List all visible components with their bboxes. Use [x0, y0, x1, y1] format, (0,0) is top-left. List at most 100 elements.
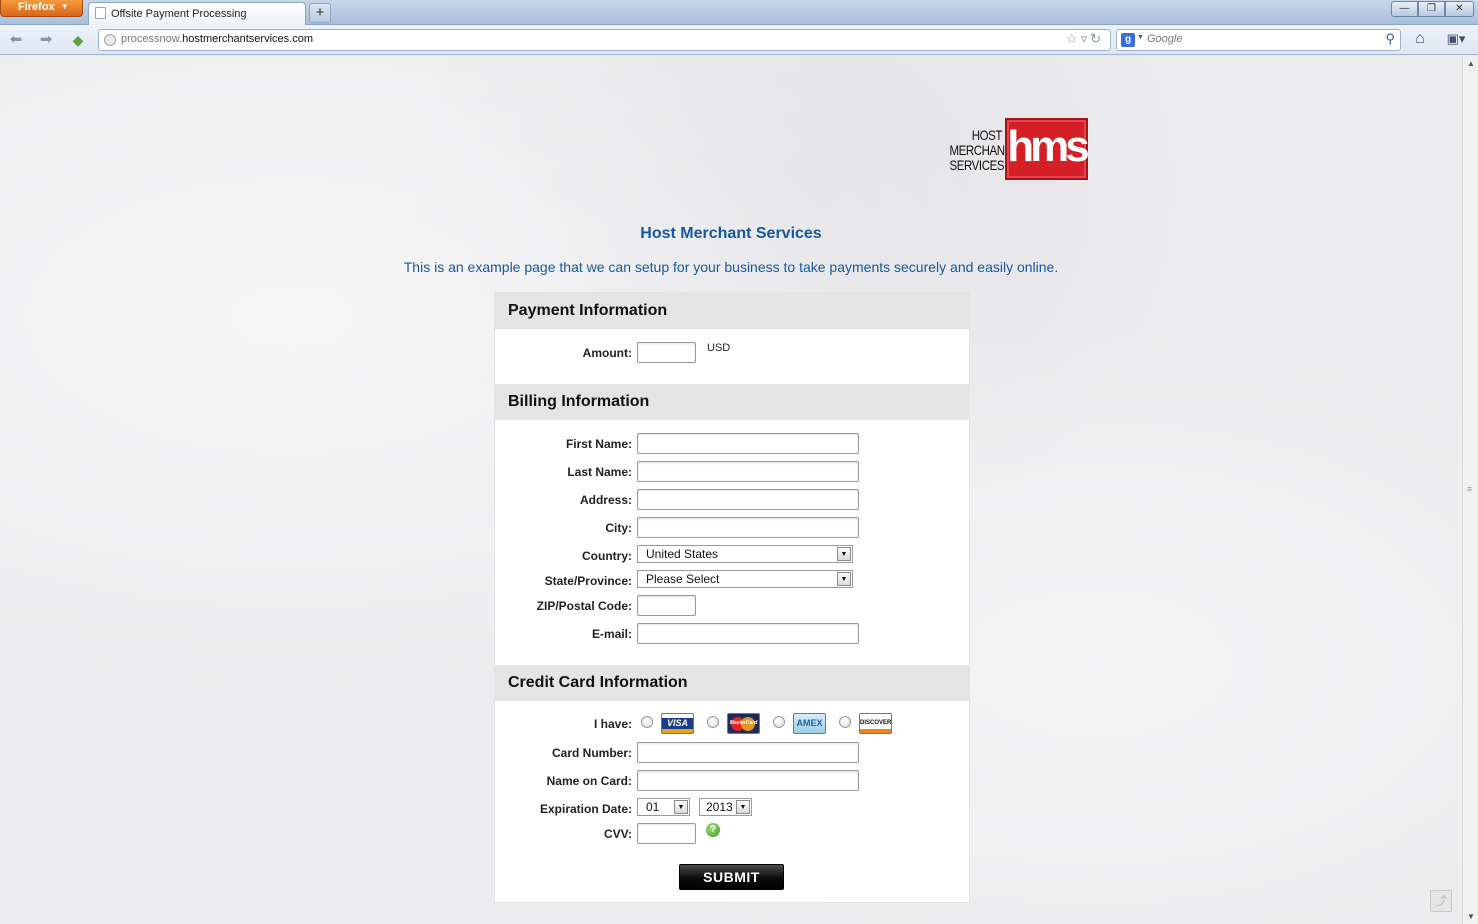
firefox-menu-label: Firefox	[18, 1, 55, 13]
mastercard-text: MasterCard	[729, 720, 758, 726]
address-bar[interactable]: processnow.hostmerchantservices.com ☆▿↻	[98, 29, 1111, 51]
firefox-menu-button[interactable]: Firefox ▼	[0, 0, 83, 17]
logo-line: HOST	[971, 127, 1003, 143]
last-name-row: Last Name:	[495, 461, 969, 483]
country-row: Country: United States ▼	[495, 545, 969, 567]
card-section-heading: Credit Card Information	[495, 665, 969, 701]
state-label: State/Province:	[544, 574, 632, 588]
amount-label: Amount:	[582, 346, 632, 360]
billing-section-heading: Billing Information	[495, 384, 969, 420]
currency-label: USD	[707, 342, 731, 354]
logo-line: SERVICES	[949, 157, 1005, 173]
exp-year-value: 2013	[706, 800, 733, 814]
reload-icon[interactable]: ↻	[1090, 31, 1104, 46]
last-name-label: Last Name:	[567, 465, 632, 479]
zip-field[interactable]	[637, 595, 696, 616]
navigation-toolbar: ⬅ ➡ ◆ processnow.hostmerchantservices.co…	[0, 25, 1478, 55]
chevron-down-icon[interactable]: ▼	[736, 800, 750, 814]
url-host: hostmerchantservices.com	[182, 33, 313, 45]
mastercard-card-icon[interactable]: MasterCard	[727, 713, 760, 734]
browser-tab[interactable]: Offsite Payment Processing	[88, 2, 306, 25]
search-engine-chevron-icon[interactable]: ▼	[1137, 34, 1144, 41]
tab-bar: Firefox ▼ Offsite Payment Processing + — …	[0, 0, 1478, 25]
back-arrow-icon[interactable]: ⬅	[4, 29, 28, 51]
scroll-grip-icon[interactable]: ≡	[1467, 484, 1472, 494]
card-number-label: Card Number:	[551, 746, 632, 760]
search-icon[interactable]: ⚲	[1385, 31, 1395, 47]
share-icon[interactable]: ⤴	[1430, 890, 1452, 912]
card-type-row: I have: VISA MasterCard AMEX DISCOVER	[495, 713, 969, 735]
name-on-card-label: Name on Card:	[546, 774, 632, 788]
address-label: Address:	[579, 493, 632, 507]
bookmarks-menu-icon[interactable]: ▣▾	[1440, 29, 1472, 49]
chevron-down-icon[interactable]: ▼	[837, 547, 851, 561]
scroll-down-icon[interactable]: ▼	[1467, 912, 1475, 921]
city-field[interactable]	[637, 517, 859, 538]
tab-title: Offsite Payment Processing	[111, 8, 247, 20]
search-bar[interactable]: g ▼ Google ⚲	[1116, 29, 1401, 51]
country-select[interactable]: United States ▼	[637, 545, 853, 563]
cvv-help-icon[interactable]: ?	[706, 823, 720, 837]
google-search-engine-icon[interactable]: g	[1121, 33, 1135, 47]
identity-arrow-icon[interactable]: ◆	[66, 29, 90, 51]
home-icon[interactable]: ⌂	[1408, 28, 1432, 50]
amex-card-icon[interactable]: AMEX	[793, 713, 826, 734]
window-minimize-button[interactable]: —	[1391, 1, 1418, 17]
logo-line: MERCHANT	[949, 142, 1012, 158]
name-on-card-field[interactable]	[637, 770, 859, 791]
vertical-scrollbar[interactable]: ▲ ≡ ▼	[1462, 56, 1478, 924]
state-select-value: Please Select	[646, 572, 720, 586]
expiration-row: Expiration Date: 01 ▼ 2013 ▼	[495, 798, 969, 820]
amex-radio[interactable]	[773, 716, 785, 728]
email-row: E-mail:	[495, 623, 969, 645]
cvv-field[interactable]	[637, 823, 696, 844]
page-viewport: HOST MERCHANT SERVICES hms Host Merchant…	[0, 56, 1462, 924]
zip-row: ZIP/Postal Code:	[495, 595, 969, 617]
forward-arrow-icon[interactable]: ➡	[34, 29, 58, 51]
first-name-field[interactable]	[637, 433, 859, 454]
payment-section-heading: Payment Information	[495, 293, 969, 329]
address-row: Address:	[495, 489, 969, 511]
country-label: Country:	[582, 549, 632, 563]
cvv-row: CVV: ?	[495, 823, 969, 845]
logo-mark: hms	[1005, 118, 1090, 180]
new-tab-button[interactable]: +	[309, 3, 331, 23]
discover-radio[interactable]	[839, 716, 851, 728]
logo-wordmark: HOST MERCHANT SERVICES	[949, 127, 1012, 173]
state-row: State/Province: Please Select ▼	[495, 570, 969, 592]
visa-radio[interactable]	[641, 716, 653, 728]
page-favicon-icon	[95, 7, 106, 19]
window-close-button[interactable]: ✕	[1445, 1, 1474, 17]
history-dropdown-icon[interactable]: ▿	[1081, 31, 1091, 46]
email-field[interactable]	[637, 623, 859, 644]
window-restore-button[interactable]: ❐	[1418, 1, 1445, 17]
mastercard-radio[interactable]	[707, 716, 719, 728]
exp-month-value: 01	[646, 800, 660, 814]
scroll-up-icon[interactable]: ▲	[1467, 59, 1475, 68]
globe-icon	[104, 34, 116, 46]
card-number-row: Card Number:	[495, 742, 969, 764]
hms-logo: HOST MERCHANT SERVICES hms	[938, 118, 1090, 180]
exp-month-select[interactable]: 01 ▼	[637, 798, 690, 816]
discover-text: DISCOVER	[860, 720, 892, 726]
discover-card-icon[interactable]: DISCOVER	[859, 713, 892, 734]
visa-card-icon[interactable]: VISA	[661, 713, 694, 734]
chevron-down-icon[interactable]: ▼	[674, 800, 688, 814]
expiration-label: Expiration Date:	[539, 802, 632, 816]
bookmark-star-icon[interactable]: ☆	[1066, 31, 1081, 46]
last-name-field[interactable]	[637, 461, 859, 482]
address-field[interactable]	[637, 489, 859, 510]
amount-input[interactable]	[637, 342, 696, 363]
zip-label: ZIP/Postal Code:	[536, 599, 632, 613]
page-title: Host Merchant Services	[640, 225, 822, 242]
card-number-field[interactable]	[637, 742, 859, 763]
chevron-down-icon[interactable]: ▼	[837, 572, 851, 586]
chevron-down-icon: ▼	[60, 2, 69, 11]
city-label: City:	[605, 521, 632, 535]
exp-year-select[interactable]: 2013 ▼	[699, 798, 752, 816]
email-label: E-mail:	[591, 627, 632, 641]
country-select-value: United States	[646, 547, 719, 561]
amount-row: Amount: USD	[495, 342, 969, 364]
submit-button[interactable]: SUBMIT	[679, 864, 784, 890]
state-select[interactable]: Please Select ▼	[637, 570, 853, 588]
